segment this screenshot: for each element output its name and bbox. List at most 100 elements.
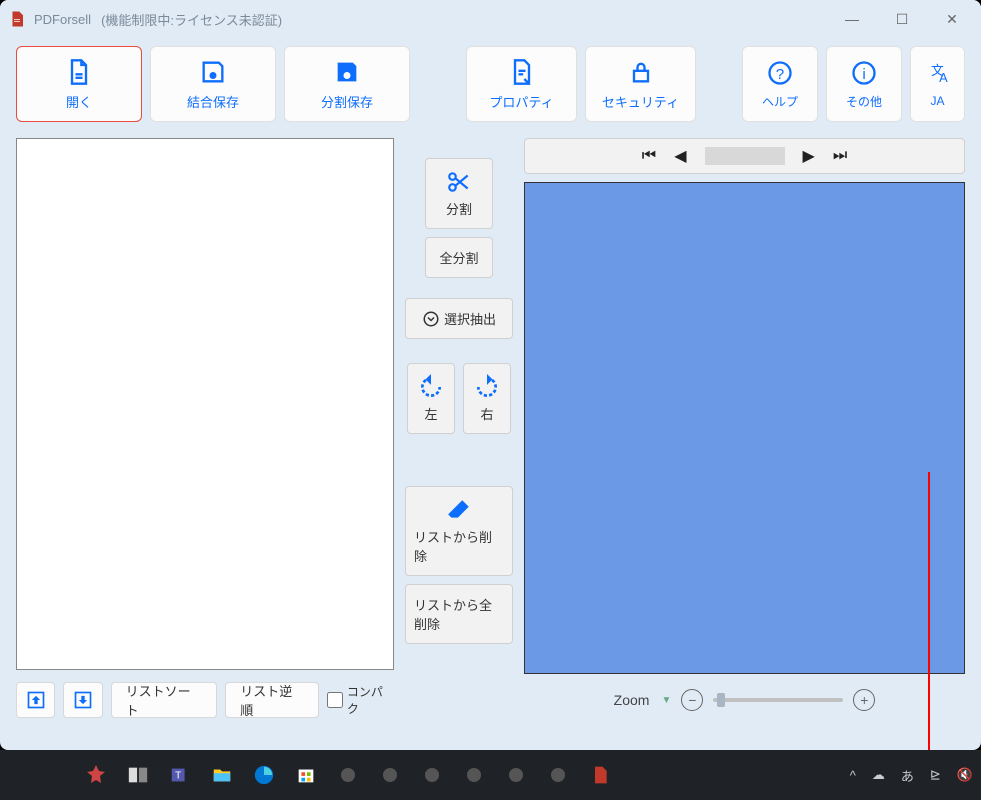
taskbar-edge[interactable] bbox=[250, 761, 278, 789]
tray-cloud-icon[interactable]: ☁ bbox=[872, 767, 885, 783]
remove-from-list-button[interactable]: リストから削除 bbox=[405, 486, 513, 576]
chevron-down-circle-icon bbox=[422, 310, 440, 328]
app-icon bbox=[8, 10, 26, 28]
split-save-button[interactable]: 分割保存 bbox=[284, 46, 410, 122]
svg-text:A: A bbox=[939, 70, 948, 85]
rotate-right-label: 右 bbox=[480, 404, 493, 423]
preview-area[interactable] bbox=[524, 182, 965, 674]
move-down-button[interactable] bbox=[63, 682, 102, 718]
list-reverse-button[interactable]: リスト逆順 bbox=[225, 682, 319, 718]
taskbar-app-12[interactable] bbox=[544, 761, 572, 789]
titlebar: PDForsell (機能制限中:ライセンス未認証) — ☐ ✕ bbox=[0, 0, 981, 38]
app-window: PDForsell (機能制限中:ライセンス未認証) — ☐ ✕ 開く 結合保存… bbox=[0, 0, 981, 750]
open-label: 開く bbox=[66, 92, 92, 111]
taskbar-store[interactable] bbox=[292, 761, 320, 789]
minimize-button[interactable]: — bbox=[831, 4, 873, 34]
zoom-slider[interactable] bbox=[713, 698, 843, 702]
taskbar-app-9[interactable] bbox=[418, 761, 446, 789]
app-subtitle: (機能制限中:ライセンス未認証) bbox=[101, 10, 282, 29]
other-button[interactable]: i その他 bbox=[826, 46, 902, 122]
tray-chevron-icon[interactable]: ^ bbox=[850, 768, 856, 783]
svg-text:i: i bbox=[862, 65, 865, 82]
merge-save-button[interactable]: 結合保存 bbox=[150, 46, 276, 122]
zoom-in-button[interactable]: + bbox=[853, 689, 875, 711]
taskbar-app-7[interactable] bbox=[334, 761, 362, 789]
taskbar-explorer[interactable] bbox=[208, 761, 236, 789]
maximize-button[interactable]: ☐ bbox=[881, 4, 923, 34]
prev-page-button[interactable]: ◀ bbox=[674, 146, 686, 166]
taskbar-app-8[interactable] bbox=[376, 761, 404, 789]
merge-save-label: 結合保存 bbox=[187, 92, 239, 111]
tray-network-icon[interactable]: ⊵ bbox=[930, 767, 941, 783]
property-icon bbox=[508, 58, 536, 86]
remove-from-list-label: リストから削除 bbox=[414, 527, 504, 565]
zoom-out-button[interactable]: − bbox=[681, 689, 703, 711]
arrow-up-icon bbox=[26, 690, 46, 710]
right-panel: ⏮ ◀ ▶ ⏭ Zoom ▼ − + bbox=[524, 138, 965, 718]
open-button[interactable]: 開く bbox=[16, 46, 142, 122]
split-save-label: 分割保存 bbox=[321, 92, 373, 111]
split-button[interactable]: 分割 bbox=[425, 158, 493, 229]
page-nav: ⏮ ◀ ▶ ⏭ bbox=[524, 138, 965, 174]
tray-volume-icon[interactable]: 🔇 bbox=[957, 767, 973, 783]
last-page-button[interactable]: ⏭ bbox=[833, 147, 847, 165]
list-footer: リストソート リスト逆順 コンパク bbox=[16, 682, 394, 718]
compact-checkbox-input[interactable] bbox=[327, 692, 343, 708]
taskbar-app-10[interactable] bbox=[460, 761, 488, 789]
main-toolbar: 開く 結合保存 分割保存 プロパティ セキュリティ ? ヘルプ i その他 bbox=[0, 38, 981, 130]
save-split-icon bbox=[333, 58, 361, 86]
taskbar-app-1[interactable] bbox=[82, 761, 110, 789]
mid-panel: 分割 全分割 選択抽出 左 右 リストから削除 bbox=[404, 138, 514, 718]
close-button[interactable]: ✕ bbox=[931, 4, 973, 34]
language-label: JA bbox=[930, 94, 944, 108]
rotate-left-label: 左 bbox=[424, 404, 437, 423]
rotate-right-icon bbox=[474, 374, 500, 400]
arrow-down-icon bbox=[73, 690, 93, 710]
next-page-button[interactable]: ▶ bbox=[803, 146, 815, 166]
remove-all-from-list-button[interactable]: リストから全削除 bbox=[405, 584, 513, 644]
move-up-button[interactable] bbox=[16, 682, 55, 718]
zoom-bar: Zoom ▼ − + bbox=[524, 682, 965, 718]
security-button[interactable]: セキュリティ bbox=[585, 46, 696, 122]
scissors-icon bbox=[446, 169, 472, 195]
split-all-button[interactable]: 全分割 bbox=[425, 237, 493, 278]
rotate-left-icon bbox=[418, 374, 444, 400]
rotate-right-button[interactable]: 右 bbox=[463, 363, 511, 434]
svg-text:T: T bbox=[175, 771, 181, 782]
taskbar-taskview[interactable] bbox=[124, 761, 152, 789]
rotate-left-button[interactable]: 左 bbox=[407, 363, 455, 434]
taskbar-pdforsell[interactable] bbox=[586, 761, 614, 789]
save-icon bbox=[199, 58, 227, 86]
list-sort-button[interactable]: リストソート bbox=[111, 682, 218, 718]
eraser-icon bbox=[446, 497, 472, 523]
compact-checkbox[interactable]: コンパク bbox=[327, 683, 394, 717]
svg-text:?: ? bbox=[776, 65, 784, 82]
zoom-label: Zoom bbox=[614, 692, 650, 708]
left-panel: リストソート リスト逆順 コンパク bbox=[16, 138, 394, 718]
help-button[interactable]: ? ヘルプ bbox=[742, 46, 818, 122]
zoom-slider-thumb[interactable] bbox=[717, 693, 725, 707]
security-label: セキュリティ bbox=[602, 92, 679, 111]
lock-icon bbox=[627, 58, 655, 86]
compact-label: コンパク bbox=[347, 683, 394, 717]
taskbar-teams[interactable]: T bbox=[166, 761, 194, 789]
app-title: PDForsell bbox=[34, 12, 91, 27]
help-icon: ? bbox=[766, 59, 794, 87]
info-icon: i bbox=[850, 59, 878, 87]
select-extract-button[interactable]: 選択抽出 bbox=[405, 298, 513, 339]
zoom-dropdown-icon[interactable]: ▼ bbox=[661, 695, 671, 706]
help-label: ヘルプ bbox=[762, 93, 798, 110]
file-list[interactable] bbox=[16, 138, 394, 670]
translate-icon: 文A bbox=[924, 60, 952, 88]
ime-indicator[interactable]: あ bbox=[901, 766, 914, 785]
first-page-button[interactable]: ⏮ bbox=[642, 147, 656, 165]
language-button[interactable]: 文A JA bbox=[910, 46, 965, 122]
file-open-icon bbox=[65, 58, 93, 86]
taskbar: T ^ ☁ あ ⊵ 🔇 bbox=[0, 750, 981, 800]
property-button[interactable]: プロパティ bbox=[466, 46, 577, 122]
taskbar-app-11[interactable] bbox=[502, 761, 530, 789]
split-label: 分割 bbox=[446, 199, 472, 218]
page-indicator[interactable] bbox=[705, 147, 785, 165]
property-label: プロパティ bbox=[489, 92, 553, 111]
content-area: リストソート リスト逆順 コンパク 分割 全分割 選択抽出 bbox=[0, 130, 981, 730]
